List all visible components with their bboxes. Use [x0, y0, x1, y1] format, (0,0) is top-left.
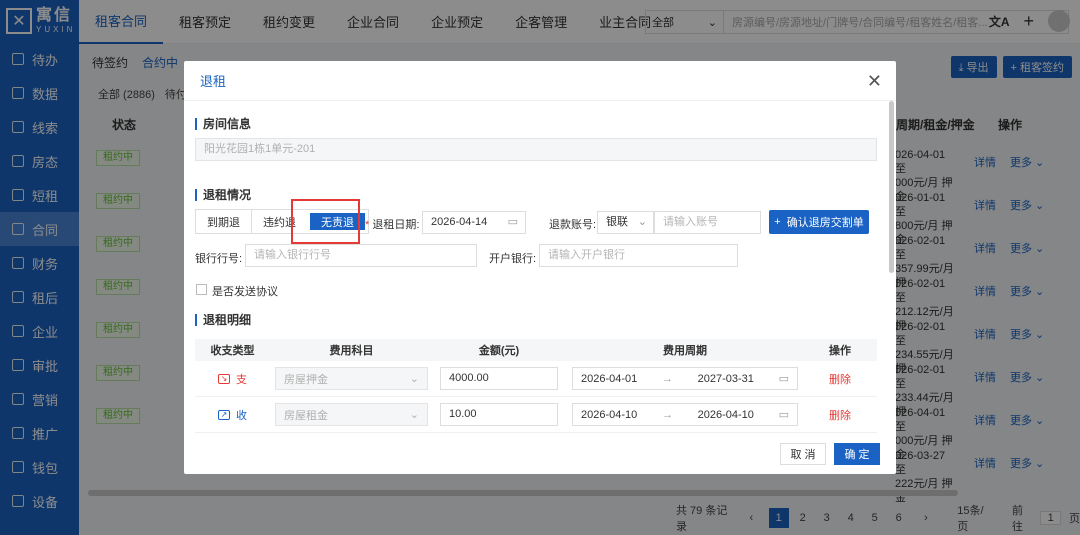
col-action: 操作 [829, 345, 851, 357]
bank-no-input[interactable]: 请输入银行行号 [245, 244, 477, 267]
dialog-title: 退租 [200, 74, 227, 89]
room-field: 阳光花园1栋1单元-201 [195, 138, 877, 161]
arrow-right-icon: → [661, 372, 673, 385]
calendar-icon: ▭ [778, 373, 789, 385]
date-picker[interactable]: 2026-04-14 ▭ [422, 211, 526, 234]
account-input[interactable]: 请输入账号 [654, 211, 761, 234]
account-label: 退款账号: [549, 219, 597, 231]
date-label: * 退租日期: [365, 219, 420, 231]
table-row: ↘ 支 房屋押金 ⌄ 4000.00 2026-04-01 → 2027-03-31 ▭ … [195, 361, 877, 397]
subject-select: 房屋租金 ⌄ [275, 403, 428, 426]
income-icon: ↗ [218, 409, 230, 420]
close-icon[interactable]: ✕ [867, 71, 882, 92]
detail-table: 收支类型 费用科目 金额(元) 费用周期 操作 ↘ 支 房屋押金 ⌄ 4000.00… [195, 339, 877, 433]
cancel-button[interactable]: 取 消 [780, 443, 826, 465]
ok-button[interactable]: 确 定 [834, 443, 880, 465]
account-type-select[interactable]: 银联 ⌄ [597, 211, 654, 234]
calendar-icon: ▭ [778, 409, 789, 421]
period-range-picker[interactable]: 2026-04-10 → 2026-04-10 ▭ [572, 403, 798, 426]
highlight-box [291, 199, 360, 244]
chevron-down-icon: ⌄ [637, 216, 647, 228]
bank-label: 开户银行: [489, 253, 537, 265]
col-period: 费用周期 [663, 345, 707, 357]
col-io-type: 收支类型 [210, 345, 255, 357]
chevron-down-icon: ⌄ [409, 373, 419, 385]
confirm-bill-button[interactable]: + 确认退房交割单 [769, 210, 869, 234]
section-checkout: 退租情况 [195, 189, 251, 201]
send-agreement-label: 是否发送协议 [212, 286, 278, 298]
amount-input[interactable]: 4000.00 [440, 367, 558, 390]
table-row: ↗ 收 房屋租金 ⌄ 10.00 2026-04-10 → 2026-04-10 ▭ 删除 [195, 397, 877, 433]
bank-input[interactable]: 请输入开户银行 [539, 244, 738, 267]
expense-icon: ↘ [218, 373, 230, 384]
type-expire-button[interactable]: 到期退 [196, 210, 252, 233]
io-type: ↘ 支 [218, 371, 247, 387]
subject-select: 房屋押金 ⌄ [275, 367, 428, 390]
delete-link[interactable]: 删除 [829, 371, 851, 387]
send-agreement-checkbox[interactable] [196, 284, 207, 295]
checkout-dialog: 退租 ✕ 房间信息 阳光花园1栋1单元-201 退租情况 到期退 违约退 无责退… [184, 61, 896, 474]
col-subject: 费用科目 [329, 345, 374, 357]
calendar-icon: ▭ [507, 216, 518, 228]
io-type: ↗ 收 [218, 407, 247, 423]
vertical-scrollbar[interactable] [889, 101, 894, 273]
col-amount: 金额(元) [478, 345, 520, 357]
period-range-picker[interactable]: 2026-04-01 → 2027-03-31 ▭ [572, 367, 798, 390]
table-header: 收支类型 费用科目 金额(元) 费用周期 操作 [195, 339, 877, 361]
chevron-down-icon: ⌄ [409, 409, 419, 421]
section-detail: 退租明细 [195, 314, 251, 326]
amount-input[interactable]: 10.00 [440, 403, 558, 426]
delete-link[interactable]: 删除 [829, 407, 851, 423]
arrow-right-icon: → [661, 408, 673, 421]
bank-no-label: 银行行号: [195, 253, 243, 265]
section-room: 房间信息 [195, 118, 251, 130]
